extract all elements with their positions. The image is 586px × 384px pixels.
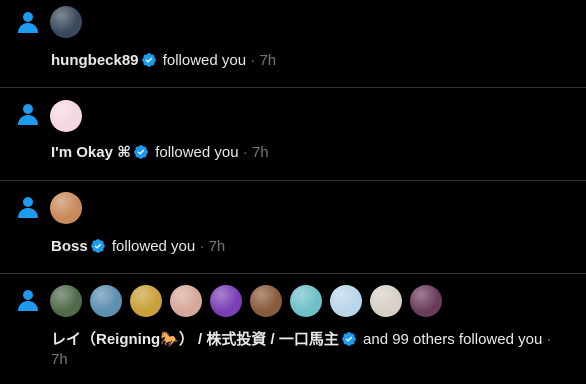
person-icon [16,10,40,34]
avatar[interactable] [370,285,402,317]
avatar[interactable] [50,192,82,224]
verified-badge-icon [341,331,357,347]
notifications-feed: hungbeck89 followed you · 7h I'm Okay ⌘ … [0,0,586,384]
timestamp[interactable]: 7h [252,144,269,161]
notification-text: hungbeck89 followed you · 7h [51,51,570,71]
timestamp[interactable]: 7h [209,238,226,255]
notification-item[interactable]: Boss followed you · 7h [0,181,586,274]
avatar[interactable] [170,285,202,317]
timestamp[interactable]: 7h [51,351,68,368]
avatar[interactable] [90,285,122,317]
avatar[interactable] [130,285,162,317]
separator: · [199,238,205,255]
user-name-link[interactable]: Boss [51,238,88,255]
timestamp[interactable]: 7h [259,52,276,69]
user-name-link[interactable]: hungbeck89 [51,52,139,69]
avatar[interactable] [50,100,82,132]
separator: · [242,144,248,161]
separator: · [546,331,552,348]
avatar[interactable] [210,285,242,317]
avatar[interactable] [250,285,282,317]
verified-badge-icon [90,238,106,254]
avatar-group [50,6,90,38]
action-text: followed you [155,144,239,161]
notification-text: Boss followed you · 7h [51,237,570,257]
avatar-group [50,100,90,132]
avatar[interactable] [50,285,82,317]
verified-badge-icon [133,144,149,160]
notification-text: レイ（Reigning🐎） / 株式投資 / 一口馬主 and 99 other… [51,330,570,370]
avatar[interactable] [290,285,322,317]
separator: · [250,52,256,69]
action-text: followed you [162,52,247,69]
verified-badge-icon [141,52,157,68]
action-text: and 99 others followed you [363,331,543,348]
user-name-link[interactable]: レイ（Reigning🐎） / 株式投資 / 一口馬主 [51,331,339,348]
avatar-group [50,285,450,317]
avatar[interactable] [410,285,442,317]
avatar[interactable] [330,285,362,317]
avatar[interactable] [50,6,82,38]
action-text: followed you [111,238,196,255]
avatar-group [50,192,90,224]
user-name-link[interactable]: I'm Okay ⌘ [51,144,131,161]
notification-item[interactable]: hungbeck89 followed you · 7h [0,0,586,88]
notification-text: I'm Okay ⌘ followed you · 7h [51,143,570,163]
notification-item[interactable]: レイ（Reigning🐎） / 株式投資 / 一口馬主 and 99 other… [0,274,586,384]
person-icon [16,288,40,312]
person-icon [16,195,40,219]
notification-item[interactable]: I'm Okay ⌘ followed you · 7h [0,88,586,181]
person-icon [16,102,40,126]
